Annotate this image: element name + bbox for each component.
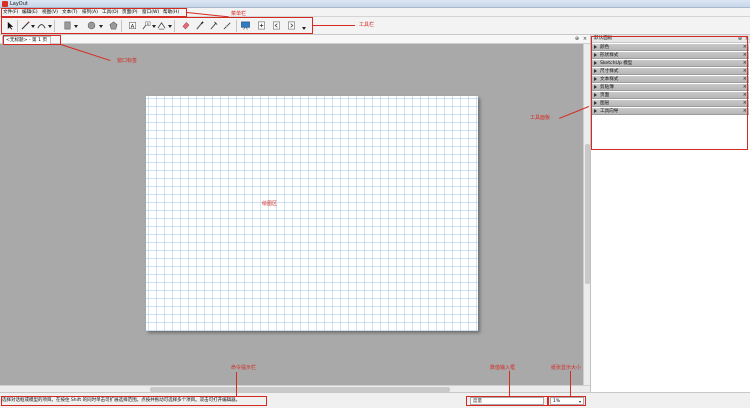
expand-arrow-icon [594,101,597,105]
panel-scrapbooks[interactable]: 剪贴簿 × [592,84,749,91]
dimension-tool-dropdown-icon[interactable] [168,25,172,28]
expand-arrow-icon [594,45,597,49]
panel-sketchup-model[interactable]: SketchUp 模型 × [592,60,749,67]
close-icon[interactable]: × [743,100,747,107]
rectangle-tool-icon[interactable] [62,20,72,31]
annotation-input: 数值输入框 [490,365,516,371]
toolbar-separator [17,20,18,32]
toolbar: A A [0,17,750,35]
dimension-tool-icon[interactable] [156,20,166,31]
close-icon[interactable]: × [743,108,747,115]
tray-title: 默认面板 [594,36,613,41]
close-icon[interactable]: × [743,68,747,75]
zoom-value: 1% [553,399,561,404]
previous-page-icon[interactable] [271,20,281,31]
vertical-scrollbar[interactable] [583,44,590,385]
split-tool-icon[interactable] [208,20,218,31]
panel-dimension-style[interactable]: 尺寸样式 × [592,68,749,75]
measurements-label: 度量 [473,399,482,404]
tab-document[interactable]: <无标题> - 第 1 页 [2,36,52,44]
annotation-statusbar: 命令提示栏 [231,365,257,371]
paper-grid [156,106,468,321]
next-page-icon[interactable] [286,20,296,31]
line-tool-dropdown-icon[interactable] [31,25,35,28]
menu-file[interactable]: 文件(F) [3,9,18,16]
menu-arrange[interactable]: 排列(A) [82,9,98,16]
toolbar-separator [54,20,55,32]
zoom-select[interactable]: 1% [550,397,584,405]
expand-arrow-icon [594,85,597,89]
document-tab-bar: <无标题> - 第 1 页 ⊕ × [0,35,590,44]
horizontal-scrollbar[interactable] [0,385,590,392]
circle-tool-icon[interactable] [86,20,96,31]
menu-text[interactable]: 文本(T) [62,9,78,16]
arc-tool-icon[interactable] [36,20,46,31]
window-title: LayOut [10,1,28,7]
panel-pages[interactable]: 页面 × [592,92,749,99]
style-tool-icon[interactable] [194,20,204,31]
expand-arrow-icon [594,93,597,97]
tray-header: 默认面板 ⊕ × [591,35,750,43]
paper-page[interactable] [146,96,478,331]
menu-view[interactable]: 视图(V) [42,9,58,16]
expand-arrow-icon [594,53,597,57]
eraser-tool-icon[interactable] [180,20,190,31]
panel-layers[interactable]: 图层 × [592,100,749,107]
add-page-icon[interactable] [256,20,266,31]
expand-arrow-icon [594,61,597,65]
app-icon [2,1,8,7]
annotation-menubar: 菜单栏 [231,11,247,17]
close-icon[interactable]: × [582,36,588,42]
chevron-down-icon [579,401,581,403]
expand-arrow-icon [594,69,597,73]
annotation-tray: 工具面板 [530,115,551,121]
polygon-tool-icon[interactable] [108,20,118,31]
default-tray: 默认面板 ⊕ × 颜色 × 形状样式 × SketchUp 模型 × 尺寸样式 × 文本… [590,35,750,392]
menu-window[interactable]: 窗口(W) [142,9,159,16]
annotation-toolbar: 工具栏 [359,22,375,28]
circle-tool-dropdown-icon[interactable] [99,25,103,28]
panel-shape-style[interactable]: 形状样式 × [592,52,749,59]
menu-tools[interactable]: 工具(O) [102,9,118,16]
status-hint: 选择对话框或模型的项目。在按住 Shift 的同时单击可扩展选择范围。点按并拖动… [2,398,241,403]
svg-text:A: A [130,24,134,30]
pin-icon[interactable]: ⊕ [574,36,580,42]
measurements-input[interactable]: 度量 [470,397,544,405]
close-icon[interactable]: × [743,84,747,91]
panel-text-style[interactable]: 文本样式 × [592,76,749,83]
tray-close-icon[interactable]: × [744,36,750,42]
close-icon[interactable]: × [743,52,747,59]
text-tool-icon[interactable]: A [127,20,137,31]
toolbar-separator [174,20,175,32]
menu-help[interactable]: 帮助(H) [163,9,179,16]
menu-bar: 文件(F) 编辑(E) 视图(V) 文本(T) 排列(A) 工具(O) 页面(P… [0,8,750,17]
join-tool-icon[interactable] [222,20,232,31]
annotation-zoom: 纸张显示大小 [551,365,582,371]
presentation-icon[interactable] [240,20,250,31]
close-icon[interactable]: × [743,76,747,83]
panel-colors[interactable]: 颜色 × [592,44,749,51]
panel-instructor[interactable]: 工具向导 × [592,108,749,115]
toolbar-separator [236,20,237,32]
rectangle-tool-dropdown-icon[interactable] [74,25,78,28]
tab-document-label: <无标题> - 第 1 页 [6,38,48,43]
expand-arrow-icon [594,77,597,81]
label-tool-icon[interactable]: A [141,20,151,31]
title-bar: LayOut [0,0,750,8]
tray-pin-icon[interactable]: ⊕ [737,36,743,42]
line-tool-icon[interactable] [20,20,30,31]
close-icon[interactable]: × [743,92,747,99]
arc-tool-dropdown-icon[interactable] [48,25,52,28]
expand-arrow-icon [594,109,597,113]
status-bar: 选择对话框或模型的项目。在按住 Shift 的同时单击可扩展选择范围。点按并拖动… [0,392,750,408]
toolbar-separator [121,20,122,32]
close-icon[interactable]: × [743,44,747,51]
select-tool-icon[interactable] [5,20,15,31]
close-icon[interactable]: × [743,60,747,67]
toolbar-more-dropdown-icon[interactable] [302,27,306,30]
menu-pages[interactable]: 页面(P) [122,9,138,16]
menu-edit[interactable]: 编辑(E) [22,9,38,16]
annotation-drawing: 绘图区 [262,201,278,207]
annotation-tab: 窗口标签 [117,58,138,64]
